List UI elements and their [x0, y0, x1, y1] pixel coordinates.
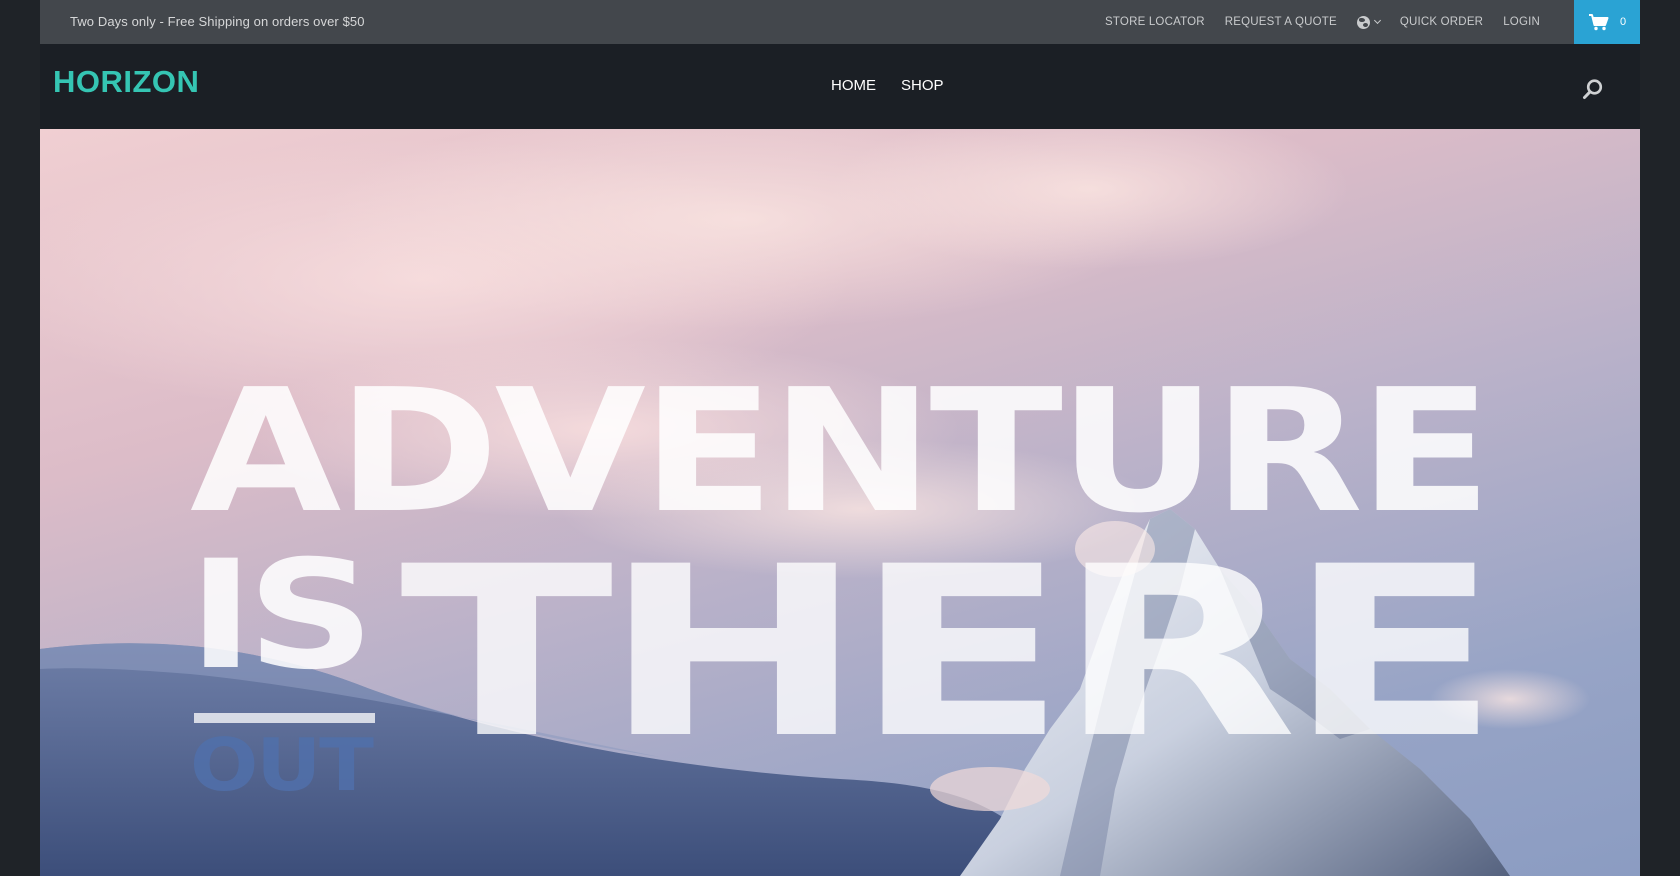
main-header: HORIZON HOME SHOP — [40, 44, 1640, 129]
hero-divider — [194, 713, 375, 723]
nav-home[interactable]: HOME — [831, 77, 876, 94]
cart-icon — [1588, 14, 1609, 31]
globe-icon — [1356, 15, 1370, 29]
nav-shop[interactable]: SHOP — [901, 77, 944, 94]
page: Two Days only - Free Shipping on orders … — [40, 0, 1640, 876]
hero-headline-adventure: ADVENTURE — [190, 353, 1492, 551]
search-icon[interactable] — [1582, 78, 1604, 100]
chevron-down-icon — [1373, 16, 1381, 25]
main-nav: HOME SHOP — [831, 77, 944, 94]
cart-button[interactable]: 0 — [1574, 0, 1640, 44]
hero-banner: ADVENTURE IS OUT THERE — [40, 129, 1640, 876]
login-link[interactable]: LOGIN — [1503, 16, 1540, 28]
hero-headline-there: THERE — [400, 517, 1501, 790]
logo[interactable]: HORIZON — [53, 64, 199, 100]
utility-bar: Two Days only - Free Shipping on orders … — [40, 0, 1640, 44]
promo-text: Two Days only - Free Shipping on orders … — [70, 14, 365, 29]
quick-order-link[interactable]: QUICK ORDER — [1400, 16, 1483, 28]
store-locator-link[interactable]: STORE LOCATOR — [1105, 16, 1205, 28]
cart-count: 0 — [1619, 16, 1627, 28]
utility-nav: STORE LOCATOR REQUEST A QUOTE QUICK ORDE… — [1105, 0, 1540, 44]
request-quote-link[interactable]: REQUEST A QUOTE — [1225, 16, 1337, 28]
language-selector[interactable] — [1356, 15, 1381, 29]
hero-headline-is: IS — [188, 529, 375, 703]
hero-headline-out: OUT — [190, 723, 374, 807]
